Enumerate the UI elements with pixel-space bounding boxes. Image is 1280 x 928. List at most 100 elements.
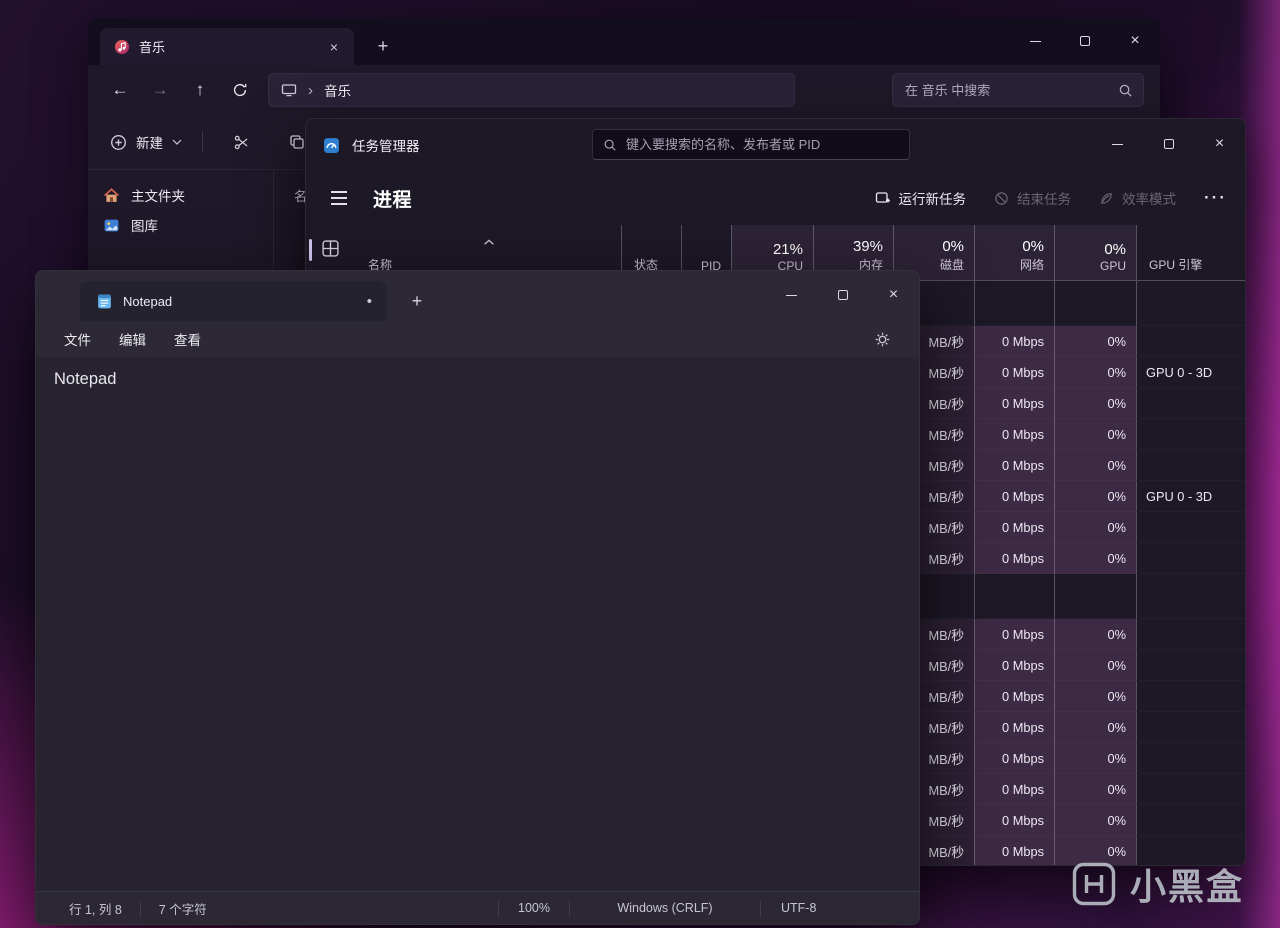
efficiency-mode-button[interactable]: 效率模式 [1099,188,1176,208]
notepad-status-bar: 行 1, 列 8 7 个字符 100% Windows (CRLF) UTF-8 [36,891,919,924]
notepad-tab[interactable]: Notepad • [80,281,386,321]
notepad-close-button[interactable]: × [868,271,919,319]
maximize-icon [1080,36,1090,46]
new-button[interactable]: 新建 [110,132,182,152]
cell-gpu: 0% [1054,712,1136,743]
cell-gpu: 0% [1054,650,1136,681]
task-manager-icon [323,137,340,154]
line-ending[interactable]: Windows (CRLF) [570,892,760,924]
sidebar-item-home[interactable]: 主文件夹 [93,180,268,210]
taskmgr-window-title: 任务管理器 [352,139,420,154]
breadcrumb-chevron-icon: › [308,81,313,99]
cell-gpu: 0% [1054,543,1136,574]
taskmgr-search-box[interactable] [592,129,910,160]
menu-file[interactable]: 文件 [52,324,103,354]
cell-engine [1136,419,1245,450]
memory-total-percent: 39% [852,238,883,255]
search-icon [1118,83,1133,98]
cell-gpu: 0% [1054,450,1136,481]
cell-net: 0 Mbps [974,619,1054,650]
settings-gear-icon[interactable] [867,325,897,353]
cell-net: 0 Mbps [974,512,1054,543]
more-options-button[interactable]: ··· [1204,188,1227,208]
home-icon [103,187,120,204]
prohibited-icon [994,191,1009,206]
notepad-tab-title: Notepad [123,293,173,309]
sidebar-item-label: 图库 [131,219,158,234]
cut-button[interactable] [223,124,259,160]
explorer-minimize-button[interactable] [1010,18,1060,64]
zoom-level[interactable]: 100% [499,892,569,924]
minimize-icon [786,294,797,296]
new-button-label: 新建 [136,136,163,151]
explorer-close-button[interactable]: × [1110,18,1160,64]
network-total-percent: 0% [1022,238,1044,255]
cell-engine [1136,281,1245,326]
column-header-gpu-engine[interactable]: GPU 引擎 [1136,225,1245,280]
search-icon [603,138,617,152]
address-bar[interactable]: › 音乐 [268,73,795,107]
explorer-tab-music[interactable]: 音乐 × [100,28,354,65]
watermark-label: 小黑盒 [1129,866,1244,907]
taskmgr-search-input[interactable] [626,137,899,152]
cell-engine: GPU 0 - 3D [1136,357,1245,388]
maximize-icon [837,290,848,300]
cell-gpu: 0% [1054,326,1136,357]
tab-close-icon[interactable]: × [322,35,346,59]
processes-icon[interactable] [321,239,340,258]
taskmgr-maximize-button[interactable] [1143,119,1194,169]
notepad-maximize-button[interactable] [817,271,868,319]
explorer-new-tab-button[interactable]: + [366,29,400,63]
run-new-task-label: 运行新任务 [898,192,967,207]
cell-gpu: 0% [1054,805,1136,836]
cell-engine [1136,543,1245,574]
cell-engine [1136,512,1245,543]
notepad-editor[interactable]: Notepad [36,357,919,891]
refresh-button[interactable] [220,72,260,108]
gpu-total-percent: 0% [1104,241,1126,258]
cell-net: 0 Mbps [974,388,1054,419]
cell-net: 0 Mbps [974,357,1054,388]
explorer-maximize-button[interactable] [1060,18,1110,64]
cell-net [974,281,1054,326]
cell-net: 0 Mbps [974,419,1054,450]
toolbar-divider [202,131,203,153]
run-new-task-icon [875,190,891,206]
notepad-minimize-button[interactable] [766,271,817,319]
taskmgr-close-button[interactable]: × [1194,119,1245,169]
menu-icon[interactable] [322,181,356,215]
unsaved-indicator: • [366,292,372,310]
disk-total-percent: 0% [942,238,964,255]
cell-net: 0 Mbps [974,450,1054,481]
cell-engine [1136,450,1245,481]
sidebar-item-label: 主文件夹 [131,189,185,204]
cell-gpu: 0% [1054,512,1136,543]
cell-gpu: 0% [1054,357,1136,388]
notepad-new-tab-button[interactable]: + [400,284,434,318]
cell-engine [1136,805,1245,836]
minimize-icon [1029,40,1041,42]
efficiency-mode-label: 效率模式 [1122,192,1177,207]
back-button[interactable]: ← [100,72,140,108]
heybox-watermark: 小黑盒 [1071,858,1244,910]
up-button[interactable]: ↑ [180,72,220,108]
taskmgr-minimize-button[interactable] [1092,119,1143,169]
sort-ascending-icon [483,232,494,250]
explorer-search-box[interactable] [892,73,1144,107]
sidebar-item-gallery[interactable]: 图库 [93,210,268,240]
explorer-search-input[interactable] [905,82,1110,98]
cell-gpu: 0% [1054,481,1136,512]
column-header-gpu[interactable]: 0% GPU [1054,225,1136,280]
cell-net: 0 Mbps [974,650,1054,681]
run-new-task-button[interactable]: 运行新任务 [875,188,967,208]
breadcrumb-item-music[interactable]: 音乐 [324,80,351,100]
menu-view[interactable]: 查看 [162,324,213,354]
menu-edit[interactable]: 编辑 [107,324,158,354]
encoding[interactable]: UTF-8 [761,892,919,924]
cell-engine [1136,681,1245,712]
column-header-network[interactable]: 0% 网络 [974,225,1054,280]
cell-engine [1136,619,1245,650]
cursor-position: 行 1, 列 8 [69,902,122,917]
end-task-button[interactable]: 结束任务 [994,188,1071,208]
forward-button[interactable]: → [140,72,180,108]
